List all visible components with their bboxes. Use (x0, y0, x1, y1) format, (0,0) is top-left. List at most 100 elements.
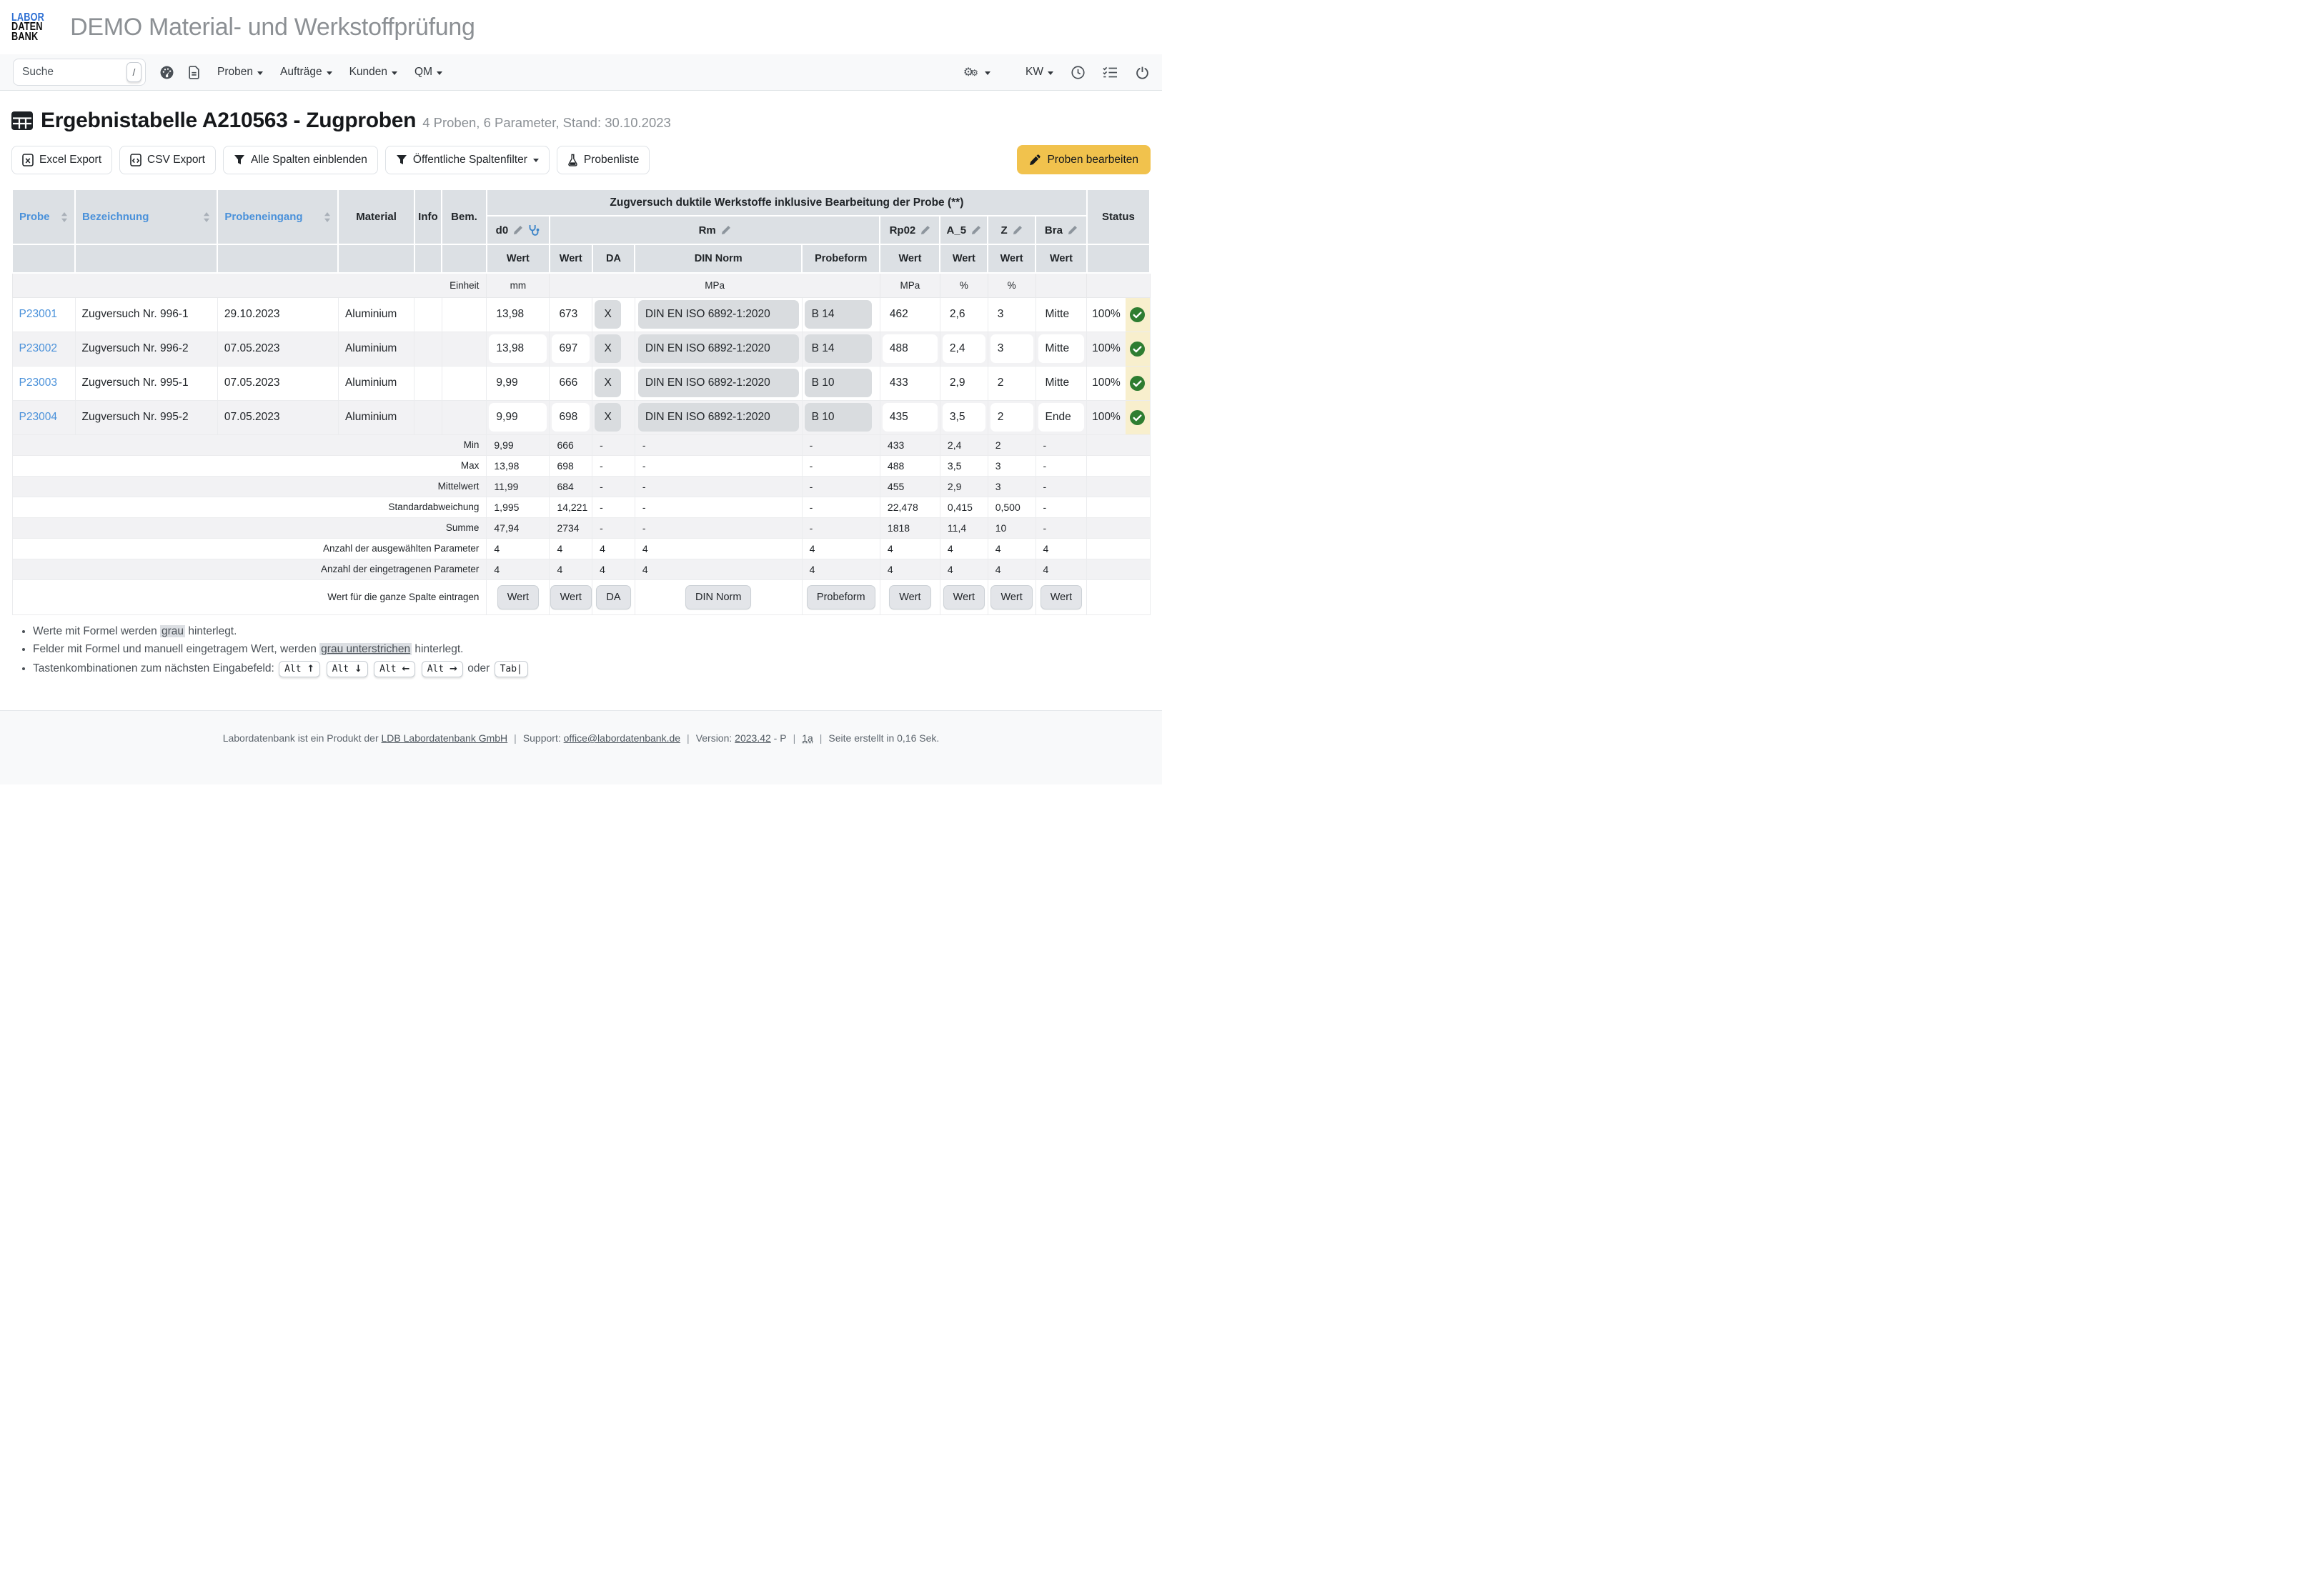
pencil-icon[interactable] (1068, 225, 1078, 235)
din-norm-formula-field[interactable]: DIN EN ISO 6892-1:2020 (638, 300, 799, 329)
a5-wert-field[interactable]: 3,5 (943, 403, 985, 432)
fill-rm-wert-button[interactable]: Wert (550, 585, 592, 609)
stat-value: 4 (592, 559, 635, 579)
din-norm-formula-field[interactable]: DIN EN ISO 6892-1:2020 (638, 334, 799, 363)
column-header-probe[interactable]: Probe (12, 189, 75, 244)
probeform-formula-field[interactable]: B 10 (805, 403, 872, 432)
rp02-wert-field[interactable]: 435 (883, 403, 938, 432)
status-strip (1126, 401, 1150, 434)
rm-wert-field[interactable]: 673 (552, 300, 590, 329)
rm-wert-field[interactable]: 697 (552, 334, 590, 363)
a5-wert-field[interactable]: 2,4 (943, 334, 985, 363)
labordatenbank-logo[interactable]: LABOR DATEN BANK (11, 13, 44, 41)
a5-wert-field[interactable]: 2,9 (943, 369, 985, 397)
pencil-icon[interactable] (1013, 225, 1023, 235)
probe-link[interactable]: P23004 (19, 411, 57, 423)
show-all-columns-button[interactable]: Alle Spalten einblenden (223, 146, 378, 174)
d0-wert-field[interactable]: 9,99 (489, 403, 547, 432)
power-icon[interactable] (1136, 66, 1149, 79)
stat-value: - (1036, 455, 1087, 476)
menu-proben[interactable]: Proben (217, 66, 263, 79)
rp02-wert-field[interactable]: 462 (883, 300, 938, 329)
cell-bem (442, 297, 487, 332)
footer-mail-link[interactable]: office@labordatenbank.de (564, 732, 680, 744)
clock-icon[interactable] (1071, 66, 1085, 79)
probeform-formula-field[interactable]: B 10 (805, 369, 872, 397)
speedometer-icon[interactable] (160, 66, 174, 79)
fill-rp02-wert-button[interactable]: Wert (889, 585, 930, 609)
probe-link[interactable]: P23002 (19, 342, 57, 354)
da-formula-field[interactable]: X (595, 403, 621, 432)
footer-version-link[interactable]: 2023.42 (735, 732, 771, 744)
z-wert-field[interactable]: 3 (990, 300, 1033, 329)
unit-d0: mm (487, 273, 550, 297)
rp02-wert-field[interactable]: 433 (883, 369, 938, 397)
probeform-formula-field[interactable]: B 14 (805, 300, 872, 329)
stat-value: 4 (592, 538, 635, 559)
column-header-probeneingang[interactable]: Probeneingang (217, 189, 338, 244)
probe-link[interactable]: P23001 (19, 308, 57, 320)
din-norm-formula-field[interactable]: DIN EN ISO 6892-1:2020 (638, 403, 799, 432)
status-percent: 100% (1087, 332, 1125, 366)
bra-wert-field[interactable]: Mitte (1038, 300, 1085, 329)
cell-probeneingang: 07.05.2023 (217, 332, 338, 366)
d0-wert-field[interactable]: 13,98 (489, 334, 547, 363)
results-table: Probe Bezeichnung Probeneingang Material… (11, 189, 1151, 615)
fill-da-button[interactable]: DA (596, 585, 630, 609)
checklist-icon[interactable] (1103, 66, 1118, 79)
menu-kw[interactable]: KW (1026, 66, 1053, 79)
d0-wert-field[interactable]: 13,98 (489, 300, 547, 329)
z-wert-field[interactable]: 3 (990, 334, 1033, 363)
rm-wert-field[interactable]: 698 (552, 403, 590, 432)
stat-value: - (635, 497, 802, 517)
pencil-icon[interactable] (513, 225, 523, 235)
footer-company-link[interactable]: LDB Labordatenbank GmbH (382, 732, 508, 744)
stat-value: - (1036, 517, 1087, 538)
pencil-icon[interactable] (920, 225, 930, 235)
unit-bra-empty (1036, 273, 1087, 297)
pencil-icon[interactable] (971, 225, 981, 235)
pencil-icon[interactable] (721, 225, 731, 235)
menu-qm[interactable]: QM (414, 66, 442, 79)
menu-kunden[interactable]: Kunden (349, 66, 397, 79)
da-formula-field[interactable]: X (595, 334, 621, 363)
fill-bra-wert-button[interactable]: Wert (1041, 585, 1082, 609)
a5-wert-field[interactable]: 2,6 (943, 300, 985, 329)
rp02-wert-field[interactable]: 488 (883, 334, 938, 363)
rm-wert-field[interactable]: 666 (552, 369, 590, 397)
fill-probeform-button[interactable]: Probeform (807, 585, 875, 609)
stat-value: 4 (487, 538, 550, 559)
bra-wert-field[interactable]: Mitte (1038, 369, 1085, 397)
menu-auftraege[interactable]: Aufträge (280, 66, 332, 79)
column-header-bezeichnung[interactable]: Bezeichnung (75, 189, 217, 244)
probeform-formula-field[interactable]: B 14 (805, 334, 872, 363)
public-column-filters-button[interactable]: Öffentliche Spaltenfilter (385, 146, 550, 174)
probe-link[interactable]: P23003 (19, 377, 57, 389)
bra-wert-field[interactable]: Mitte (1038, 334, 1085, 363)
bra-wert-field[interactable]: Ende (1038, 403, 1085, 432)
fill-z-wert-button[interactable]: Wert (990, 585, 1032, 609)
stat-row-anzahl-eingetragen: Anzahl der eingetragenen Parameter 4 4 4… (12, 559, 1150, 579)
din-norm-formula-field[interactable]: DIN EN ISO 6892-1:2020 (638, 369, 799, 397)
fill-din-norm-button[interactable]: DIN Norm (685, 585, 751, 609)
stat-value: 2734 (550, 517, 592, 538)
fill-d0-wert-button[interactable]: Wert (497, 585, 539, 609)
d0-wert-field[interactable]: 9,99 (489, 369, 547, 397)
proben-bearbeiten-button[interactable]: Proben bearbeiten (1017, 145, 1151, 174)
z-wert-field[interactable]: 2 (990, 369, 1033, 397)
settings-menu[interactable]: ⚙⚙ (963, 65, 990, 79)
fill-a5-wert-button[interactable]: Wert (943, 585, 985, 609)
stat-value: - (635, 476, 802, 497)
status-cell: 100% (1087, 297, 1150, 332)
file-text-icon[interactable] (188, 66, 200, 79)
cell-info (414, 297, 442, 332)
stethoscope-icon[interactable] (528, 224, 540, 236)
probenliste-button[interactable]: Probenliste (557, 146, 650, 174)
excel-export-button[interactable]: Excel Export (11, 146, 112, 174)
da-formula-field[interactable]: X (595, 300, 621, 329)
subheader-din-norm: DIN Norm (635, 244, 802, 273)
da-formula-field[interactable]: X (595, 369, 621, 397)
z-wert-field[interactable]: 2 (990, 403, 1033, 432)
footer-revision-link[interactable]: 1a (802, 732, 813, 744)
csv-export-button[interactable]: CSV Export (119, 146, 216, 174)
